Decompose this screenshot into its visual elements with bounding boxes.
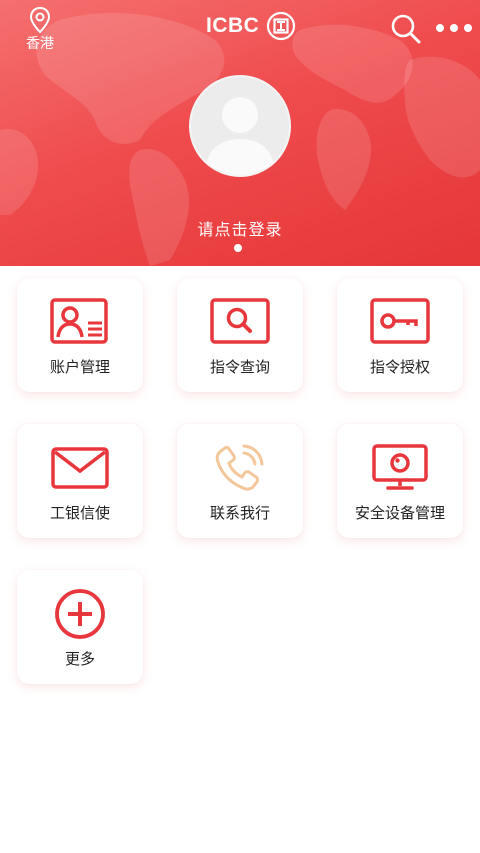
- account-card-icon: [50, 298, 108, 344]
- tile-icbc-messenger[interactable]: 工银信使: [17, 424, 143, 538]
- tile-label: 更多: [64, 650, 95, 668]
- icbc-logo: ICBC: [206, 10, 296, 42]
- search-screen-icon: [210, 298, 270, 344]
- carousel-dot: [234, 244, 242, 252]
- search-icon: [391, 14, 421, 44]
- more-dot: [464, 24, 472, 32]
- location-pin-icon: [29, 6, 51, 34]
- mail-icon: [51, 447, 109, 489]
- phone-icon: [215, 444, 264, 491]
- tile-instruction-authorization[interactable]: 指令授权: [337, 278, 463, 392]
- location-label: 香港: [26, 36, 54, 52]
- more-dot: [436, 24, 444, 32]
- tile-label: 安全设备管理: [354, 504, 445, 522]
- tile-label: 工银信使: [49, 504, 110, 522]
- icbc-logo-icon: [267, 11, 296, 41]
- header-banner: 香港 ICBC 请点击登录: [0, 0, 480, 266]
- tile-label: 联系我行: [209, 504, 270, 522]
- tile-label: 指令查询: [209, 358, 270, 376]
- more-dot: [450, 24, 458, 32]
- tile-label: 账户管理: [49, 358, 110, 376]
- logo-text: ICBC: [206, 14, 260, 37]
- tile-account-management[interactable]: 账户管理: [17, 278, 143, 392]
- key-icon: [370, 298, 430, 344]
- avatar[interactable]: [189, 75, 291, 177]
- tile-contact-bank[interactable]: 联系我行: [177, 424, 303, 538]
- avatar-placeholder-icon: [205, 97, 275, 175]
- more-dots-icon[interactable]: [436, 18, 472, 38]
- login-link[interactable]: 请点击登录: [150, 216, 330, 240]
- plus-circle-icon: [55, 589, 105, 639]
- tile-instruction-query[interactable]: 指令查询: [177, 278, 303, 392]
- location-selector[interactable]: 香港: [18, 6, 62, 53]
- monitor-device-icon: [372, 444, 428, 490]
- search-button[interactable]: [389, 12, 423, 46]
- tile-label: 指令授权: [369, 358, 430, 376]
- tile-more[interactable]: 更多: [17, 570, 143, 684]
- tile-security-device-management[interactable]: 安全设备管理: [337, 424, 463, 538]
